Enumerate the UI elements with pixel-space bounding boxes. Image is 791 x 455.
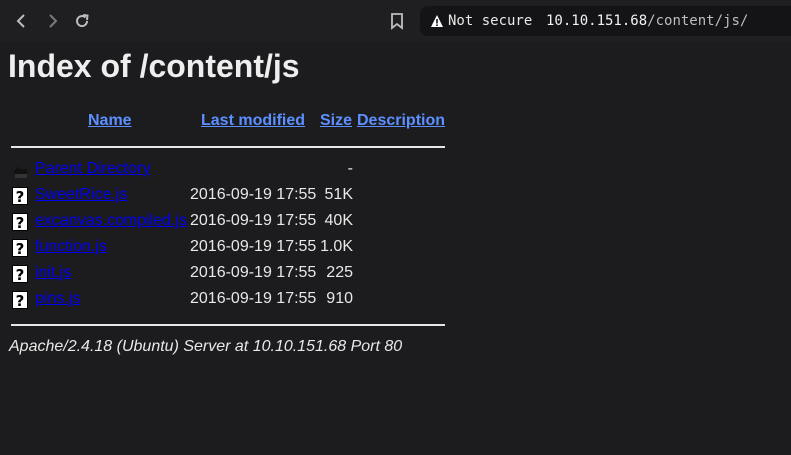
svg-text:?: ? (16, 266, 25, 284)
warning-icon (431, 15, 443, 27)
back-icon (13, 166, 27, 178)
divider-top (11, 146, 445, 148)
header-name: Name (88, 112, 132, 130)
unknown-file-icon: ? (12, 291, 28, 310)
bookmark-button[interactable] (386, 9, 408, 33)
unknown-file-icon: ? (12, 239, 28, 258)
forward-button[interactable] (40, 9, 64, 33)
unknown-file-icon: ? (12, 265, 28, 284)
header-size: Size (320, 112, 352, 130)
divider-bottom (11, 324, 445, 326)
back-button[interactable] (10, 9, 34, 33)
page-content: Index of /content/js Name Last modified … (0, 42, 791, 455)
file-link[interactable]: function.js (35, 238, 107, 256)
reload-icon (76, 14, 89, 28)
browser-toolbar: Not secure 10.10.151.68/content/js/ (0, 0, 791, 42)
server-signature: Apache/2.4.18 (Ubuntu) Server at 10.10.1… (9, 338, 403, 355)
url-host: 10.10.151.68 (546, 13, 648, 29)
svg-text:?: ? (16, 240, 25, 258)
chevron-right-icon (49, 14, 58, 28)
file-size: 910 (326, 290, 353, 307)
svg-text:?: ? (16, 292, 25, 310)
file-size: - (347, 160, 353, 177)
sort-by-name-link[interactable]: Name (88, 112, 132, 129)
security-label[interactable]: Not secure (448, 13, 532, 29)
file-modified: 2016-09-19 17:55 (190, 238, 317, 255)
file-size: 1.0K (320, 238, 353, 255)
address-bar[interactable]: Not secure 10.10.151.68/content/js/ (420, 6, 791, 36)
parent-directory-link[interactable]: Parent Directory (35, 160, 151, 178)
file-link[interactable]: SweetRice.js (35, 186, 127, 204)
file-size: 225 (326, 264, 353, 281)
url-text[interactable]: 10.10.151.68/content/js/ (546, 13, 748, 29)
header-last-modified: Last modified (201, 112, 305, 130)
unknown-file-icon: ? (12, 187, 28, 206)
svg-text:?: ? (16, 214, 25, 232)
url-path: /content/js/ (647, 13, 749, 29)
bookmark-icon (391, 13, 403, 30)
sort-by-size-link[interactable]: Size (320, 112, 352, 129)
file-modified: 2016-09-19 17:55 (190, 186, 317, 203)
sort-by-modified-link[interactable]: Last modified (201, 112, 305, 129)
file-size: 51K (324, 186, 353, 203)
file-link[interactable]: excanvas.compiled.js (35, 212, 187, 230)
header-description: Description (357, 112, 445, 130)
page-title: Index of /content/js (8, 48, 300, 84)
reload-button[interactable] (70, 9, 94, 33)
file-size: 40K (324, 212, 353, 229)
file-modified: 2016-09-19 17:55 (190, 290, 317, 307)
svg-text:?: ? (16, 188, 25, 206)
chevron-left-icon (16, 14, 25, 28)
unknown-file-icon: ? (12, 213, 28, 232)
sort-by-description-link[interactable]: Description (357, 112, 445, 129)
file-link[interactable]: pins.js (35, 290, 80, 308)
file-modified: 2016-09-19 17:55 (190, 212, 317, 229)
file-modified: 2016-09-19 17:55 (190, 264, 317, 281)
file-link[interactable]: init.js (35, 264, 71, 282)
